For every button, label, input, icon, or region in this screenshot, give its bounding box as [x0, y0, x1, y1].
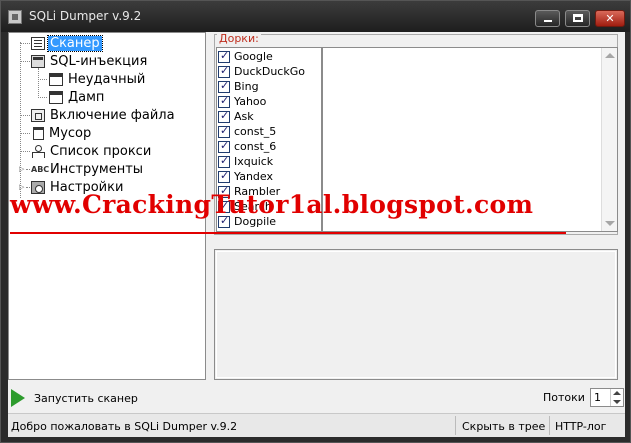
- engine-checkbox-google[interactable]: Google: [218, 49, 273, 64]
- minimize-button[interactable]: [535, 10, 560, 27]
- tree-item-label: Дамп: [68, 89, 105, 105]
- engine-label: Ixquick: [234, 155, 274, 168]
- scroll-up-icon[interactable]: [605, 53, 615, 58]
- title-bar[interactable]: SQLi Dumper v.9.2 ✕: [1, 1, 630, 32]
- checkbox-icon[interactable]: [218, 49, 230, 63]
- close-icon: ✕: [605, 12, 615, 25]
- tree-item-label: Список прокси: [50, 143, 152, 159]
- status-separator: [455, 416, 456, 435]
- results-inner: [216, 251, 616, 378]
- spinner-buttons[interactable]: [610, 389, 623, 406]
- checkbox-icon[interactable]: [218, 124, 230, 138]
- tree-item-dump[interactable]: Дамп: [49, 88, 106, 106]
- tree-line: [20, 151, 30, 152]
- maximize-button[interactable]: [565, 10, 590, 27]
- tree-line: [38, 97, 47, 98]
- tree-item-label: Неудачный: [68, 71, 146, 87]
- threads-value[interactable]: 1: [594, 391, 601, 404]
- start-scanner-button[interactable]: Запустить сканер: [11, 387, 138, 409]
- watermark-text: www.CrackingTutor1al.blogspot.com: [10, 190, 534, 219]
- checkbox-icon[interactable]: [218, 79, 230, 93]
- tree-item-sql-injection[interactable]: SQL-инъекция: [31, 52, 149, 70]
- maximize-icon: [573, 14, 583, 22]
- hide-to-tray-button[interactable]: Скрыть в трее: [462, 420, 545, 433]
- tree-line: [20, 115, 30, 116]
- engine-label: Yahoo: [234, 95, 267, 108]
- engine-label: Bing: [234, 80, 259, 93]
- tree-item-proxy-list[interactable]: Список прокси: [31, 142, 153, 160]
- dorks-scrollbar[interactable]: [601, 48, 617, 231]
- threads-spinner[interactable]: 1: [590, 388, 624, 407]
- engine-label: Google: [234, 50, 273, 63]
- dorks-legend: Дорки:: [217, 32, 261, 45]
- engine-checkbox-const5[interactable]: const_5: [218, 124, 276, 139]
- threads-label: Потоки: [543, 391, 585, 404]
- engine-checkbox-yahoo[interactable]: Yahoo: [218, 94, 266, 109]
- tree-line: [26, 169, 30, 170]
- tree-line: [20, 133, 30, 134]
- watermark-underline: [10, 232, 566, 234]
- status-welcome: Добро пожаловать в SQLi Dumper v.9.2: [11, 420, 238, 433]
- document-icon: [31, 36, 45, 50]
- scroll-down-icon[interactable]: [605, 221, 615, 226]
- http-log-button[interactable]: HTTP-лог: [555, 420, 606, 433]
- tools-icon: ABC: [31, 164, 50, 174]
- app-icon: [8, 10, 22, 24]
- window-title: SQLi Dumper v.9.2: [29, 9, 142, 23]
- checkbox-icon[interactable]: [218, 64, 230, 78]
- checkbox-icon[interactable]: [218, 109, 230, 123]
- checkbox-icon[interactable]: [218, 154, 230, 168]
- engine-label: Ask: [234, 110, 254, 123]
- tree-item-trash[interactable]: Мусор: [31, 124, 93, 142]
- tree-item-label: Инструменты: [50, 161, 144, 177]
- engine-label: DuckDuckGo: [234, 65, 305, 78]
- engine-checkbox-ask[interactable]: Ask: [218, 109, 254, 124]
- engine-label: Yandex: [234, 170, 273, 183]
- tree-line: [20, 43, 30, 44]
- close-button[interactable]: ✕: [595, 10, 625, 27]
- trash-icon: [33, 126, 44, 140]
- engine-checkbox-const6[interactable]: const_6: [218, 139, 276, 154]
- tree-line: [38, 79, 47, 80]
- checkbox-icon[interactable]: [218, 139, 230, 153]
- tree-item-label: SQL-инъекция: [50, 53, 148, 69]
- tree-item-label: Сканер: [47, 34, 103, 52]
- client-area: ▷ ▷ Сканер SQL-инъекция Неудачный Дамп В…: [8, 32, 625, 437]
- window-icon: [49, 90, 63, 104]
- tree-line: [20, 42, 21, 198]
- status-separator: [549, 416, 550, 435]
- engine-label: const_5: [234, 125, 277, 138]
- window-icon: [49, 72, 63, 86]
- expand-arrow-icon[interactable]: ▷: [19, 165, 26, 173]
- checkbox-icon[interactable]: [218, 94, 230, 108]
- app-window: SQLi Dumper v.9.2 ✕ ▷ ▷ Сканер SQL-инъек…: [0, 0, 631, 443]
- tree-line: [26, 187, 30, 188]
- scan-results-panel[interactable]: [214, 249, 618, 380]
- proxy-icon: [31, 144, 45, 158]
- tree-item-scanner[interactable]: Сканер: [31, 34, 103, 52]
- engine-checkbox-yandex[interactable]: Yandex: [218, 169, 273, 184]
- spinner-up-icon[interactable]: [613, 391, 621, 395]
- run-bar: Запустить сканер Потоки 1: [8, 382, 625, 412]
- tree-item-failed[interactable]: Неудачный: [49, 70, 147, 88]
- play-icon: [11, 389, 25, 407]
- engine-checkbox-ixquick[interactable]: Ixquick: [218, 154, 273, 169]
- tree-item-label: Включение файла: [50, 107, 175, 123]
- status-bar: Добро пожаловать в SQLi Dumper v.9.2 Скр…: [8, 413, 625, 437]
- minimize-icon: [544, 20, 552, 22]
- file-include-icon: [31, 108, 45, 122]
- tree-line: [38, 68, 39, 98]
- tree-item-file-include[interactable]: Включение файла: [31, 106, 177, 124]
- database-icon: [31, 54, 45, 68]
- start-scanner-label: Запустить сканер: [34, 391, 138, 405]
- engine-checkbox-duckduckgo[interactable]: DuckDuckGo: [218, 64, 305, 79]
- checkbox-icon[interactable]: [218, 169, 230, 183]
- spinner-down-icon[interactable]: [613, 400, 621, 404]
- tree-item-label: Мусор: [49, 125, 92, 141]
- engine-checkbox-bing[interactable]: Bing: [218, 79, 259, 94]
- engine-label: const_6: [234, 140, 277, 153]
- tree-item-tools[interactable]: ABC Инструменты: [31, 160, 145, 178]
- tree-line: [20, 61, 30, 62]
